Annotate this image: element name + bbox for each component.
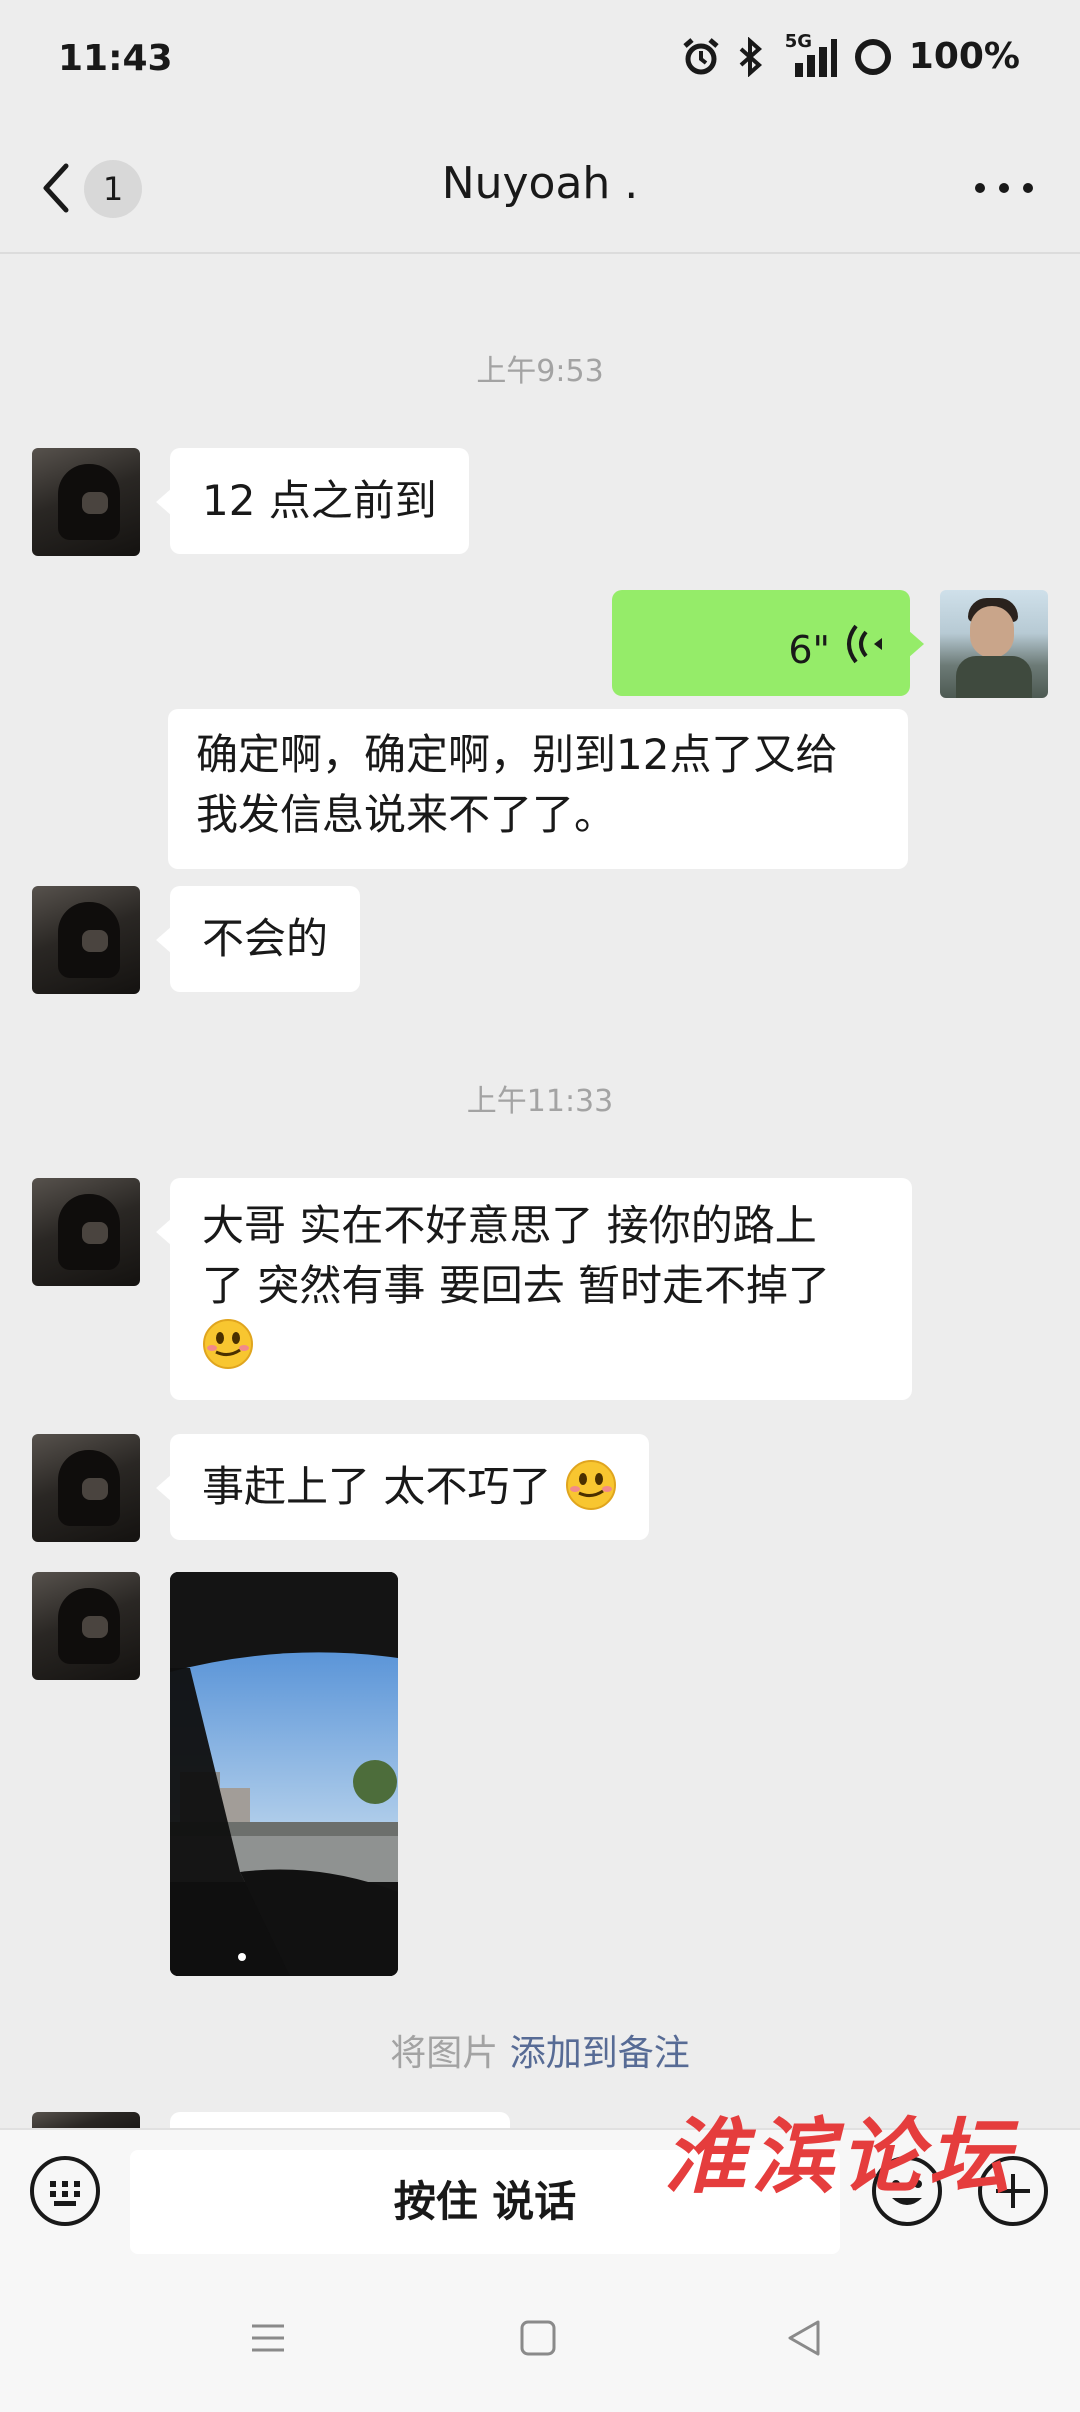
bluetooth-icon [739,36,762,77]
message-text-line: 确定啊，确定啊，别到12点了又给 [196,730,838,779]
message-text-line: 我发信息说来不了了。 [196,790,617,839]
awkward-smile-emoji-icon [565,1460,616,1510]
forum-watermark: 淮滨论坛 [664,2109,1016,2205]
signal-icon: 5G [781,31,837,77]
system-navigation-bar [0,2272,1080,2412]
contact-avatar[interactable] [32,1178,140,1286]
awkward-smile-emoji-icon [203,1319,253,1369]
message-bubble[interactable] [170,2112,510,2128]
message-bubble[interactable]: 不会的 [155,886,361,992]
keyboard-icon[interactable] [28,2154,102,2228]
contact-avatar[interactable] [32,1434,140,1542]
message-bubble[interactable]: 事赶上了 太不巧了 [156,1434,649,1540]
menu-icon[interactable] [248,2318,288,2358]
chat-title: Nuyoah . [441,158,639,209]
contact-avatar[interactable] [32,886,140,994]
contact-avatar[interactable] [32,2112,140,2128]
status-icons: 5G 100% [681,31,1020,77]
voice-message-bubble[interactable]: 6" [612,590,924,696]
message-bubble[interactable]: 确定啊，确定啊，别到12点了又给 我发信息说来不了了。 [168,709,908,869]
add-to-remark-link[interactable]: 添加到备注 [510,2033,690,2074]
message-text-line: 大哥 实在不好意思了 接你的路上 [202,1201,817,1250]
alarm-icon [683,37,719,74]
back-triangle-icon[interactable] [784,2318,824,2358]
message-bubble[interactable]: 大哥 实在不好意思了 接你的路上 了 突然有事 要回去 暂时走不掉了 [156,1178,912,1400]
message-text: 事赶上了 太不巧了 [202,1462,552,1511]
message-list[interactable]: 上午9:53 12 点之前到 6" 确定啊，确定啊，别到12点了又给 我发信息说… [0,256,1080,2128]
image-message[interactable] [170,1572,398,1976]
home-icon[interactable] [518,2318,558,2358]
car-window-photo [170,1572,398,1976]
timestamp: 上午9:53 [476,354,604,389]
message-text-line: 了 突然有事 要回去 暂时走不掉了 [202,1261,831,1310]
more-horizontal-icon[interactable] [968,160,1040,216]
chat-header: 1 Nuyoah . [0,120,1080,254]
self-avatar[interactable] [940,590,1048,698]
timestamp: 上午11:33 [466,1084,614,1119]
status-bar: 11:43 5G 100% [0,0,1080,120]
message-text: 不会的 [202,914,329,963]
battery-level: 100% [908,36,1020,77]
contact-avatar[interactable] [32,1572,140,1680]
battery-icon [854,38,891,75]
message-text: 12 点之前到 [202,476,437,525]
status-time: 11:43 [58,38,173,79]
voice-duration: 6" [788,628,830,672]
contact-avatar[interactable] [32,448,140,556]
message-bubble[interactable]: 12 点之前到 [156,448,469,554]
system-note-text: 将图片 [390,2033,499,2074]
system-note: 将图片 添加到备注 [0,2024,1080,2076]
voice-wave-icon [847,624,882,664]
